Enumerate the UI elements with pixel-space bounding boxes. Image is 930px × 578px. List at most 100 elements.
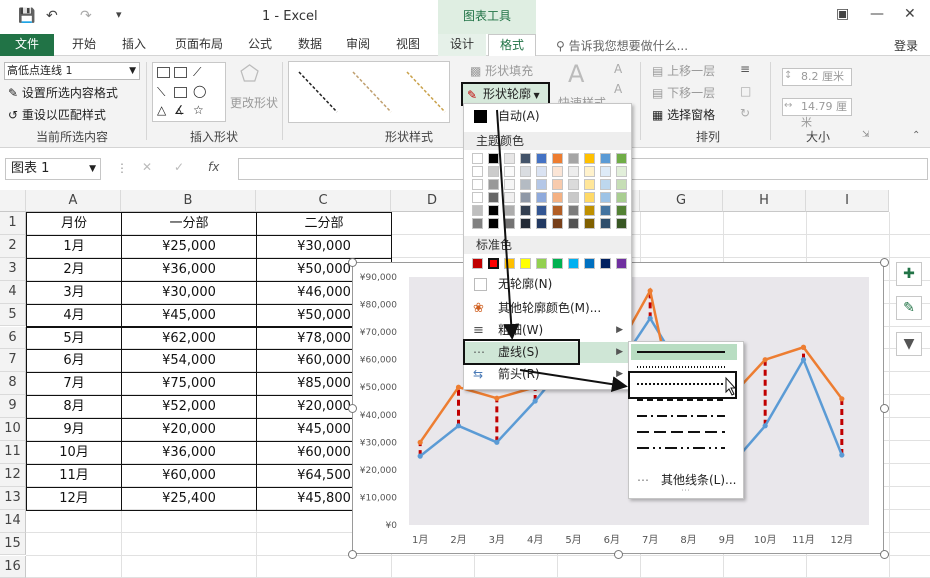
format-selection-button[interactable]: ✎ 设置所选内容格式 — [8, 84, 118, 101]
align-icon[interactable]: ≡ — [740, 62, 750, 76]
theme-color-swatch[interactable] — [504, 179, 515, 190]
data-point[interactable] — [418, 454, 423, 459]
reset-style-button[interactable]: ↺ 重设以匹配样式 — [8, 106, 106, 123]
standard-color-swatch[interactable] — [600, 258, 611, 269]
chart-styles-button[interactable]: ✎ — [896, 296, 922, 320]
table-cell[interactable]: 12月 — [26, 487, 122, 511]
row-header-13[interactable]: 13 — [0, 487, 26, 510]
login-link[interactable]: 登录 — [894, 37, 918, 54]
theme-color-swatch[interactable] — [584, 166, 595, 177]
column-header-D[interactable]: D — [391, 190, 474, 212]
standard-color-swatch[interactable] — [504, 258, 515, 269]
theme-color-swatch[interactable] — [488, 179, 499, 190]
table-header-cell[interactable]: 一分部 — [121, 212, 257, 236]
tell-me-search[interactable]: ⚲ 告诉我您想要做什么... — [556, 37, 688, 54]
size-dialog-launcher-icon[interactable]: ⇲ — [862, 130, 870, 140]
tab-home[interactable]: 开始 — [64, 34, 104, 56]
close-icon[interactable]: ✕ — [904, 6, 916, 22]
theme-color-swatch[interactable] — [536, 153, 547, 164]
no-outline-item[interactable]: 无轮廓(N) — [464, 274, 631, 295]
column-header-I[interactable]: I — [806, 190, 889, 212]
table-cell[interactable]: 5月 — [26, 327, 122, 351]
group-icon[interactable]: □ — [740, 84, 751, 98]
table-cell[interactable]: ¥45,000 — [121, 304, 257, 328]
standard-color-swatch[interactable] — [536, 258, 547, 269]
star-shape-icon[interactable]: ☆ — [193, 103, 204, 117]
shape-styles-gallery[interactable] — [288, 61, 450, 123]
data-point[interactable] — [801, 357, 806, 362]
style-preview-black[interactable] — [299, 72, 337, 112]
text-outline-icon[interactable]: A — [614, 82, 622, 96]
table-cell[interactable]: 4月 — [26, 304, 122, 328]
resize-handle[interactable] — [614, 550, 623, 559]
theme-color-swatch[interactable] — [616, 192, 627, 203]
table-cell[interactable]: ¥62,000 — [121, 327, 257, 351]
table-cell[interactable]: ¥30,000 — [121, 281, 257, 305]
tab-insert[interactable]: 插入 — [114, 34, 154, 56]
chart-elements-button[interactable]: ✚ — [896, 262, 922, 286]
table-cell[interactable]: ¥60,000 — [121, 464, 257, 488]
insert-function-icon[interactable]: fx — [208, 160, 219, 174]
theme-color-swatch[interactable] — [536, 179, 547, 190]
theme-color-swatch[interactable] — [616, 218, 627, 229]
oval-shape-icon[interactable]: ◯ — [193, 84, 206, 98]
resize-handle[interactable] — [348, 404, 357, 413]
theme-color-swatch[interactable] — [472, 192, 483, 203]
theme-color-swatch[interactable] — [600, 218, 611, 229]
resize-handle[interactable] — [348, 550, 357, 559]
textbox-shape-icon[interactable] — [157, 67, 170, 78]
arrows-item[interactable]: ⇆ 箭头(R) ▶ — [464, 364, 631, 385]
theme-color-swatch[interactable] — [600, 192, 611, 203]
data-point[interactable] — [456, 385, 461, 390]
theme-color-swatch[interactable] — [568, 179, 579, 190]
theme-color-swatch[interactable] — [584, 192, 595, 203]
theme-color-swatch[interactable] — [488, 205, 499, 216]
data-point[interactable] — [801, 345, 806, 350]
table-cell[interactable]: 10月 — [26, 441, 122, 465]
theme-color-swatch[interactable] — [568, 205, 579, 216]
data-point[interactable] — [763, 357, 768, 362]
theme-color-swatch[interactable] — [504, 153, 515, 164]
collapse-ribbon-icon[interactable]: ⌃ — [912, 130, 920, 141]
theme-color-swatch[interactable] — [520, 218, 531, 229]
resize-handle[interactable] — [880, 550, 889, 559]
row-header-11[interactable]: 11 — [0, 441, 26, 464]
theme-color-swatch[interactable] — [568, 218, 579, 229]
theme-color-swatch[interactable] — [536, 166, 547, 177]
column-header-H[interactable]: H — [723, 190, 806, 212]
triangle-shape-icon[interactable]: △ — [157, 103, 166, 117]
data-point[interactable] — [533, 398, 538, 403]
theme-color-swatch[interactable] — [552, 192, 563, 203]
shapes-gallery[interactable]: ⟋ ⟍ ◯ △ ∡ ☆ — [152, 62, 226, 122]
tab-page-layout[interactable]: 页面布局 — [164, 34, 234, 56]
arrow-line-shape-icon[interactable]: ⟍ — [157, 85, 165, 100]
theme-color-swatch[interactable] — [472, 153, 483, 164]
table-cell[interactable]: ¥30,000 — [256, 235, 392, 259]
height-input[interactable]: 8.2 厘米 — [782, 68, 852, 86]
weight-item[interactable]: ≡ 粗细(W) ▶ — [464, 320, 631, 341]
table-cell[interactable]: ¥36,000 — [121, 441, 257, 465]
resize-handle[interactable] — [880, 404, 889, 413]
theme-color-swatch[interactable] — [568, 153, 579, 164]
theme-color-swatch[interactable] — [616, 179, 627, 190]
style-preview-tan[interactable] — [353, 72, 391, 112]
row-header-6[interactable]: 6 — [0, 327, 26, 350]
send-backward-button[interactable]: ▤ 下移一层 — [652, 84, 715, 101]
theme-color-swatch[interactable] — [536, 218, 547, 229]
theme-color-swatch[interactable] — [504, 166, 515, 177]
column-header-A[interactable]: A — [26, 190, 121, 212]
tab-design[interactable]: 设计 — [438, 34, 486, 56]
standard-color-swatch[interactable] — [584, 258, 595, 269]
table-cell[interactable]: 9月 — [26, 418, 122, 442]
theme-color-swatch[interactable] — [616, 166, 627, 177]
column-header-G[interactable]: G — [640, 190, 723, 212]
table-cell[interactable]: ¥25,000 — [121, 235, 257, 259]
theme-color-swatch[interactable] — [504, 218, 515, 229]
theme-color-swatch[interactable] — [520, 192, 531, 203]
data-point[interactable] — [648, 288, 653, 293]
data-point[interactable] — [648, 316, 653, 321]
theme-color-swatch[interactable] — [536, 192, 547, 203]
theme-color-swatch[interactable] — [552, 179, 563, 190]
data-point[interactable] — [494, 396, 499, 401]
theme-color-swatch[interactable] — [600, 166, 611, 177]
